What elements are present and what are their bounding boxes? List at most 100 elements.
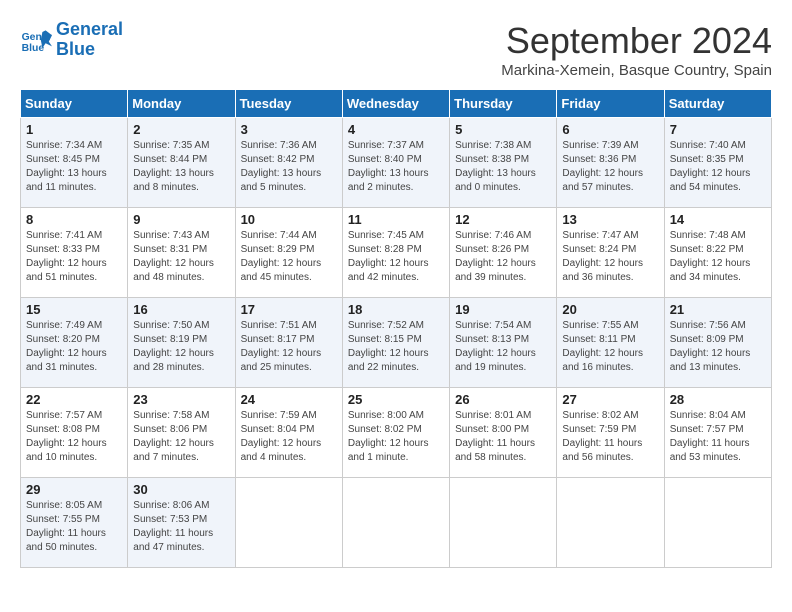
day-number: 18 <box>348 302 444 317</box>
logo: General Blue General Blue <box>20 20 123 60</box>
logo-icon: General Blue <box>20 24 52 56</box>
day-info: Sunrise: 7:41 AMSunset: 8:33 PMDaylight:… <box>26 230 107 283</box>
week-row-4: 22 Sunrise: 7:57 AMSunset: 8:08 PMDaylig… <box>21 388 772 478</box>
day-cell-19: 19 Sunrise: 7:54 AMSunset: 8:13 PMDaylig… <box>450 298 557 388</box>
empty-cell <box>235 478 342 568</box>
empty-cell <box>557 478 664 568</box>
header-wednesday: Wednesday <box>342 90 449 118</box>
day-info: Sunrise: 7:36 AMSunset: 8:42 PMDaylight:… <box>241 140 322 193</box>
day-number: 6 <box>562 122 658 137</box>
svg-text:Blue: Blue <box>22 43 45 54</box>
day-number: 13 <box>562 212 658 227</box>
day-number: 10 <box>241 212 337 227</box>
location-subtitle: Markina-Xemein, Basque Country, Spain <box>501 62 772 79</box>
day-number: 16 <box>133 302 229 317</box>
day-info: Sunrise: 7:58 AMSunset: 8:06 PMDaylight:… <box>133 410 214 463</box>
day-number: 1 <box>26 122 122 137</box>
day-info: Sunrise: 7:56 AMSunset: 8:09 PMDaylight:… <box>670 320 751 373</box>
day-number: 19 <box>455 302 551 317</box>
day-info: Sunrise: 7:57 AMSunset: 8:08 PMDaylight:… <box>26 410 107 463</box>
day-info: Sunrise: 8:04 AMSunset: 7:57 PMDaylight:… <box>670 410 750 463</box>
day-cell-7: 7 Sunrise: 7:40 AMSunset: 8:35 PMDayligh… <box>664 118 771 208</box>
day-cell-6: 6 Sunrise: 7:39 AMSunset: 8:36 PMDayligh… <box>557 118 664 208</box>
empty-cell <box>450 478 557 568</box>
title-section: September 2024 Markina-Xemein, Basque Co… <box>501 20 772 79</box>
day-cell-10: 10 Sunrise: 7:44 AMSunset: 8:29 PMDaylig… <box>235 208 342 298</box>
day-info: Sunrise: 7:43 AMSunset: 8:31 PMDaylight:… <box>133 230 214 283</box>
day-number: 25 <box>348 392 444 407</box>
day-number: 9 <box>133 212 229 227</box>
header-friday: Friday <box>557 90 664 118</box>
header-saturday: Saturday <box>664 90 771 118</box>
day-cell-11: 11 Sunrise: 7:45 AMSunset: 8:28 PMDaylig… <box>342 208 449 298</box>
logo-line1: General <box>56 19 123 39</box>
day-number: 7 <box>670 122 766 137</box>
day-cell-8: 8 Sunrise: 7:41 AMSunset: 8:33 PMDayligh… <box>21 208 128 298</box>
day-info: Sunrise: 7:59 AMSunset: 8:04 PMDaylight:… <box>241 410 322 463</box>
day-number: 11 <box>348 212 444 227</box>
day-info: Sunrise: 7:38 AMSunset: 8:38 PMDaylight:… <box>455 140 536 193</box>
day-number: 5 <box>455 122 551 137</box>
day-number: 28 <box>670 392 766 407</box>
day-info: Sunrise: 8:01 AMSunset: 8:00 PMDaylight:… <box>455 410 535 463</box>
week-row-1: 1 Sunrise: 7:34 AMSunset: 8:45 PMDayligh… <box>21 118 772 208</box>
day-number: 29 <box>26 482 122 497</box>
calendar-table: SundayMondayTuesdayWednesdayThursdayFrid… <box>20 89 772 568</box>
day-cell-18: 18 Sunrise: 7:52 AMSunset: 8:15 PMDaylig… <box>342 298 449 388</box>
day-number: 30 <box>133 482 229 497</box>
day-cell-25: 25 Sunrise: 8:00 AMSunset: 8:02 PMDaylig… <box>342 388 449 478</box>
logo-name: General Blue <box>56 20 123 60</box>
day-number: 17 <box>241 302 337 317</box>
day-cell-21: 21 Sunrise: 7:56 AMSunset: 8:09 PMDaylig… <box>664 298 771 388</box>
page-header: General Blue General Blue September 2024… <box>20 20 772 79</box>
day-info: Sunrise: 7:51 AMSunset: 8:17 PMDaylight:… <box>241 320 322 373</box>
day-info: Sunrise: 7:37 AMSunset: 8:40 PMDaylight:… <box>348 140 429 193</box>
day-number: 24 <box>241 392 337 407</box>
week-row-3: 15 Sunrise: 7:49 AMSunset: 8:20 PMDaylig… <box>21 298 772 388</box>
day-cell-2: 2 Sunrise: 7:35 AMSunset: 8:44 PMDayligh… <box>128 118 235 208</box>
day-info: Sunrise: 7:49 AMSunset: 8:20 PMDaylight:… <box>26 320 107 373</box>
day-cell-5: 5 Sunrise: 7:38 AMSunset: 8:38 PMDayligh… <box>450 118 557 208</box>
day-info: Sunrise: 7:46 AMSunset: 8:26 PMDaylight:… <box>455 230 536 283</box>
day-info: Sunrise: 7:48 AMSunset: 8:22 PMDaylight:… <box>670 230 751 283</box>
day-cell-17: 17 Sunrise: 7:51 AMSunset: 8:17 PMDaylig… <box>235 298 342 388</box>
day-info: Sunrise: 7:50 AMSunset: 8:19 PMDaylight:… <box>133 320 214 373</box>
day-info: Sunrise: 7:55 AMSunset: 8:11 PMDaylight:… <box>562 320 643 373</box>
day-cell-26: 26 Sunrise: 8:01 AMSunset: 8:00 PMDaylig… <box>450 388 557 478</box>
day-number: 2 <box>133 122 229 137</box>
day-number: 4 <box>348 122 444 137</box>
week-row-5: 29 Sunrise: 8:05 AMSunset: 7:55 PMDaylig… <box>21 478 772 568</box>
day-cell-13: 13 Sunrise: 7:47 AMSunset: 8:24 PMDaylig… <box>557 208 664 298</box>
day-cell-15: 15 Sunrise: 7:49 AMSunset: 8:20 PMDaylig… <box>21 298 128 388</box>
day-cell-29: 29 Sunrise: 8:05 AMSunset: 7:55 PMDaylig… <box>21 478 128 568</box>
day-info: Sunrise: 7:45 AMSunset: 8:28 PMDaylight:… <box>348 230 429 283</box>
day-info: Sunrise: 8:00 AMSunset: 8:02 PMDaylight:… <box>348 410 429 463</box>
day-info: Sunrise: 7:54 AMSunset: 8:13 PMDaylight:… <box>455 320 536 373</box>
header-sunday: Sunday <box>21 90 128 118</box>
day-number: 12 <box>455 212 551 227</box>
day-cell-28: 28 Sunrise: 8:04 AMSunset: 7:57 PMDaylig… <box>664 388 771 478</box>
day-info: Sunrise: 7:40 AMSunset: 8:35 PMDaylight:… <box>670 140 751 193</box>
day-info: Sunrise: 8:02 AMSunset: 7:59 PMDaylight:… <box>562 410 642 463</box>
empty-cell <box>342 478 449 568</box>
day-cell-14: 14 Sunrise: 7:48 AMSunset: 8:22 PMDaylig… <box>664 208 771 298</box>
day-info: Sunrise: 7:47 AMSunset: 8:24 PMDaylight:… <box>562 230 643 283</box>
day-number: 8 <box>26 212 122 227</box>
day-info: Sunrise: 7:34 AMSunset: 8:45 PMDaylight:… <box>26 140 107 193</box>
day-number: 23 <box>133 392 229 407</box>
day-cell-1: 1 Sunrise: 7:34 AMSunset: 8:45 PMDayligh… <box>21 118 128 208</box>
header-thursday: Thursday <box>450 90 557 118</box>
header-row: SundayMondayTuesdayWednesdayThursdayFrid… <box>21 90 772 118</box>
day-info: Sunrise: 8:06 AMSunset: 7:53 PMDaylight:… <box>133 500 213 553</box>
day-number: 27 <box>562 392 658 407</box>
day-cell-4: 4 Sunrise: 7:37 AMSunset: 8:40 PMDayligh… <box>342 118 449 208</box>
day-info: Sunrise: 7:44 AMSunset: 8:29 PMDaylight:… <box>241 230 322 283</box>
day-number: 14 <box>670 212 766 227</box>
month-title: September 2024 <box>501 20 772 62</box>
day-cell-9: 9 Sunrise: 7:43 AMSunset: 8:31 PMDayligh… <box>128 208 235 298</box>
logo-line2: Blue <box>56 39 95 59</box>
day-number: 26 <box>455 392 551 407</box>
header-tuesday: Tuesday <box>235 90 342 118</box>
day-cell-30: 30 Sunrise: 8:06 AMSunset: 7:53 PMDaylig… <box>128 478 235 568</box>
day-number: 20 <box>562 302 658 317</box>
